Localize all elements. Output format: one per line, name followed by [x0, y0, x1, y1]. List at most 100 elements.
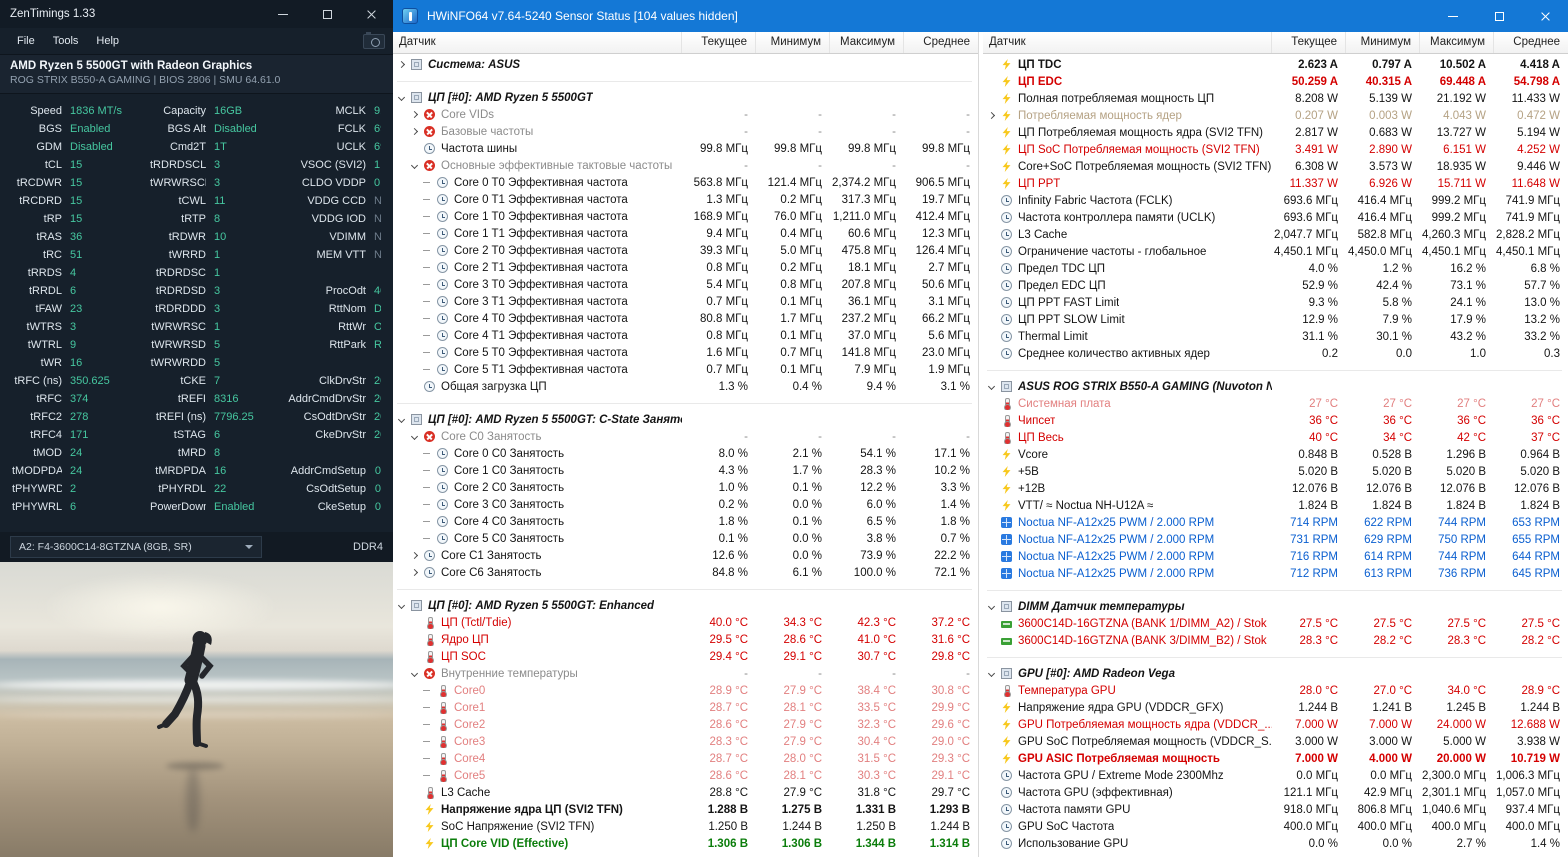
column-minimum[interactable]: Минимум — [1346, 32, 1420, 53]
sensor-row[interactable]: Core5 28.6 °C 28.1 °C 30.3 °C 29.1 °C — [393, 767, 978, 784]
sensor-section-header[interactable]: ASUS ROG STRIX B550-A GAMING (Nuvoton NC… — [983, 378, 1568, 395]
sensor-row[interactable]: Core 4 T0 Эффективная частота 80.8 МГц 1.7… — [393, 310, 978, 327]
sensor-row[interactable]: Среднее количество активных ядер 0.2 0.0 1.… — [983, 345, 1568, 362]
sensor-section-header[interactable]: ЦП [#0]: AMD Ryzen 5 5500GT: C-State Зан… — [393, 411, 978, 428]
sensor-section-header[interactable]: DIMM Датчик температуры — [983, 598, 1568, 615]
chevron-down-icon[interactable] — [987, 382, 996, 391]
sensor-row[interactable]: Core 5 C0 Занятость 0.1 % 0.0 % 3.8 % 0.7 % — [393, 530, 978, 547]
sensor-row[interactable]: Core 1 C0 Занятость 4.3 % 1.7 % 28.3 % 10.2 … — [393, 462, 978, 479]
sensor-row[interactable]: +5В 5.020 В 5.020 В 5.020 В 5.020 В — [983, 463, 1568, 480]
chevron-down-icon[interactable] — [410, 432, 419, 441]
sensor-row[interactable]: Напряжение ядра GPU (VDDCR_GFX) 1.244 В 1.… — [983, 699, 1568, 716]
sensor-row[interactable]: Частота памяти GPU 918.0 МГц 806.8 МГц 1,04… — [983, 801, 1568, 818]
sensor-row[interactable]: Использование GPU 0.0 % 0.0 % 2.7 % 1.4 % — [983, 835, 1568, 852]
sensor-row[interactable]: GPU Потребляемая мощность ядра (VDDCR_..… — [983, 716, 1568, 733]
chevron-down-icon[interactable] — [410, 161, 419, 170]
dimm-selector[interactable]: A2: F4-3600C14-8GTZNA (8GB, SR) — [10, 536, 262, 558]
sensor-row[interactable]: Core 4 T1 Эффективная частота 0.8 МГц 0.1 … — [393, 327, 978, 344]
menu-file[interactable]: File — [8, 32, 44, 50]
sensor-row[interactable]: VTT/ ≈ Noctua NH-U12A ≈ 1.824 В 1.824 В 1.8… — [983, 497, 1568, 514]
sensor-row[interactable]: Потребляемая мощность ядер 0.207 W 0.003 W… — [983, 107, 1568, 124]
sensor-row[interactable]: Core C6 Занятость 84.8 % 6.1 % 100.0 % 72.1 … — [393, 564, 978, 581]
chevron-down-icon[interactable] — [397, 601, 406, 610]
sensor-row[interactable]: ЦП EDC 50.259 A 40.315 A 69.448 A 54.798 A — [983, 73, 1568, 90]
column-header-right[interactable]: Датчик Текущее Минимум Максимум Среднее — [983, 32, 1568, 54]
maximize-button[interactable] — [305, 0, 349, 28]
sensor-row[interactable]: ЦП SOC 29.4 °C 29.1 °C 30.7 °C 29.8 °C — [393, 648, 978, 665]
sensor-row[interactable]: 3600C14D-16GTZNA (BANK 3/DIMM_B2) / Stok… — [983, 632, 1568, 649]
sensor-section-header[interactable]: Система: ASUS — [393, 56, 978, 73]
chevron-right-icon[interactable] — [410, 568, 419, 577]
sensor-row[interactable]: Core2 28.6 °C 27.9 °C 32.3 °C 29.6 °C — [393, 716, 978, 733]
column-current[interactable]: Текущее — [682, 32, 756, 53]
close-button[interactable] — [349, 0, 393, 28]
sensor-row[interactable]: Core 0 T1 Эффективная частота 1.3 МГц 0.2 … — [393, 191, 978, 208]
chevron-right-icon[interactable] — [410, 551, 419, 560]
sensor-row[interactable]: Vcore 0.848 В 0.528 В 1.296 В 0.964 В — [983, 446, 1568, 463]
chevron-right-icon[interactable] — [987, 111, 996, 120]
zentimings-titlebar[interactable]: ZenTimings 1.33 — [0, 0, 393, 28]
chevron-down-icon[interactable] — [397, 93, 406, 102]
sensor-row[interactable]: Базовые частоты - - - - — [393, 123, 978, 140]
chevron-down-icon[interactable] — [410, 669, 419, 678]
sensor-row[interactable]: Частота шины 99.8 МГц 99.8 МГц 99.8 МГц 99.8… — [393, 140, 978, 157]
sensor-row[interactable]: Напряжение ядра ЦП (SVI2 TFN) 1.288 В 1.27… — [393, 801, 978, 818]
sensor-row[interactable]: Core 1 T1 Эффективная частота 9.4 МГц 0.4 … — [393, 225, 978, 242]
sensor-row[interactable]: Core 3 T0 Эффективная частота 5.4 МГц 0.8 … — [393, 276, 978, 293]
sensor-row[interactable]: Полная потребляемая мощность ЦП 8.208 W 5.… — [983, 90, 1568, 107]
sensor-row[interactable]: Core 2 T1 Эффективная частота 0.8 МГц 0.2 … — [393, 259, 978, 276]
sensor-row[interactable]: Core1 28.7 °C 28.1 °C 33.5 °C 29.9 °C — [393, 699, 978, 716]
sensor-row[interactable]: Core 3 C0 Занятость 0.2 % 0.0 % 6.0 % 1.4 % — [393, 496, 978, 513]
sensor-row[interactable]: Core C0 Занятость - - - - — [393, 428, 978, 445]
chevron-down-icon[interactable] — [987, 602, 996, 611]
sensor-row[interactable]: Core4 28.7 °C 28.0 °C 31.5 °C 29.3 °C — [393, 750, 978, 767]
sensor-section-header[interactable]: ЦП [#0]: AMD Ryzen 5 5500GT: Enhanced — [393, 597, 978, 614]
sensor-row[interactable]: ЦП Потребляемая мощность ядра (SVI2 TFN)… — [983, 124, 1568, 141]
chevron-right-icon[interactable] — [410, 110, 419, 119]
column-sensor[interactable]: Датчик — [983, 32, 1272, 53]
sensor-row[interactable]: L3 Cache 28.8 °C 27.9 °C 31.8 °C 29.7 °C — [393, 784, 978, 801]
sensor-row[interactable]: Noctua NF-A12x25 PWM / 2.000 RPM 716 RPM 6… — [983, 548, 1568, 565]
chevron-right-icon[interactable] — [410, 127, 419, 136]
sensor-row[interactable]: SoC Напряжение (SVI2 TFN) 1.250 В 1.244 В 1… — [393, 818, 978, 835]
sensor-row[interactable]: Core 0 T0 Эффективная частота 563.8 МГц 12… — [393, 174, 978, 191]
column-header-left[interactable]: Датчик Текущее Минимум Максимум Среднее — [393, 32, 978, 54]
sensor-row[interactable]: Infinity Fabric Частота (FCLK) 693.6 МГц 4… — [983, 192, 1568, 209]
sensor-row[interactable]: Внутренние температуры - - - - — [393, 665, 978, 682]
sensor-row[interactable]: Общая загрузка ЦП 1.3 % 0.4 % 9.4 % 3.1 % — [393, 378, 978, 395]
column-maximum[interactable]: Максимум — [1420, 32, 1494, 53]
sensor-row[interactable]: Частота GPU / Extreme Mode 2300Mhz 0.0 МГ… — [983, 767, 1568, 784]
sensor-row[interactable]: ЦП PPT SLOW Limit 12.9 % 7.9 % 17.9 % 13.2 % — [983, 311, 1568, 328]
sensor-row[interactable]: 3600C14D-16GTZNA (BANK 1/DIMM_A2) / Stok… — [983, 615, 1568, 632]
sensor-row[interactable]: Core3 28.3 °C 27.9 °C 30.4 °C 29.0 °C — [393, 733, 978, 750]
sensor-row[interactable]: Noctua NF-A12x25 PWM / 2.000 RPM 712 RPM 6… — [983, 565, 1568, 582]
maximize-button[interactable] — [1476, 0, 1522, 32]
sensor-row[interactable]: Core+SoC Потребляемая мощность (SVI2 TFN… — [983, 158, 1568, 175]
sensor-row[interactable]: Core 4 C0 Занятость 1.8 % 0.1 % 6.5 % 1.8 % — [393, 513, 978, 530]
sensor-section-header[interactable]: GPU [#0]: AMD Radeon Vega — [983, 665, 1568, 682]
column-maximum[interactable]: Максимум — [830, 32, 904, 53]
sensor-row[interactable]: Частота контроллера памяти (UCLK) 693.6 М… — [983, 209, 1568, 226]
menu-tools[interactable]: Tools — [44, 32, 88, 50]
sensor-row[interactable]: Ядро ЦП 29.5 °C 28.6 °C 41.0 °C 31.6 °C — [393, 631, 978, 648]
sensor-row[interactable]: Core0 28.9 °C 27.9 °C 38.4 °C 30.8 °C — [393, 682, 978, 699]
column-sensor[interactable]: Датчик — [393, 32, 682, 53]
sensor-row[interactable]: Noctua NF-A12x25 PWM / 2.000 RPM 731 RPM 6… — [983, 531, 1568, 548]
sensor-row[interactable]: ЦП TDC 2.623 A 0.797 A 10.502 A 4.418 A — [983, 56, 1568, 73]
sensor-row[interactable]: Core 5 T0 Эффективная частота 1.6 МГц 0.7 … — [393, 344, 978, 361]
sensor-row[interactable]: Предел TDC ЦП 4.0 % 1.2 % 16.2 % 6.8 % — [983, 260, 1568, 277]
sensor-row[interactable]: Системная плата 27 °C 27 °C 27 °C 27 °C — [983, 395, 1568, 412]
close-button[interactable] — [1522, 0, 1568, 32]
column-minimum[interactable]: Минимум — [756, 32, 830, 53]
sensor-row[interactable]: Core 1 T0 Эффективная частота 168.9 МГц 76… — [393, 208, 978, 225]
screenshot-camera-icon[interactable] — [363, 31, 385, 49]
sensor-row[interactable]: ЦП Весь 40 °C 34 °C 42 °C 37 °C — [983, 429, 1568, 446]
sensor-row[interactable]: ЦП (Tctl/Tdie) 40.0 °C 34.3 °C 42.3 °C 37.2 … — [393, 614, 978, 631]
sensor-row[interactable]: ЦП SoC Потребляемая мощность (SVI2 TFN) 3… — [983, 141, 1568, 158]
sensor-row[interactable]: Noctua NF-A12x25 PWM / 2.000 RPM 714 RPM 6… — [983, 514, 1568, 531]
column-average[interactable]: Среднее — [904, 32, 978, 53]
chevron-down-icon[interactable] — [397, 415, 406, 424]
sensor-row[interactable]: Core 2 C0 Занятость 1.0 % 0.1 % 12.2 % 3.3 % — [393, 479, 978, 496]
sensor-row[interactable]: Предел EDC ЦП 52.9 % 42.4 % 73.1 % 57.7 % — [983, 277, 1568, 294]
sensor-row[interactable]: GPU ASIC Потребляемая мощность 7.000 W 4.0… — [983, 750, 1568, 767]
